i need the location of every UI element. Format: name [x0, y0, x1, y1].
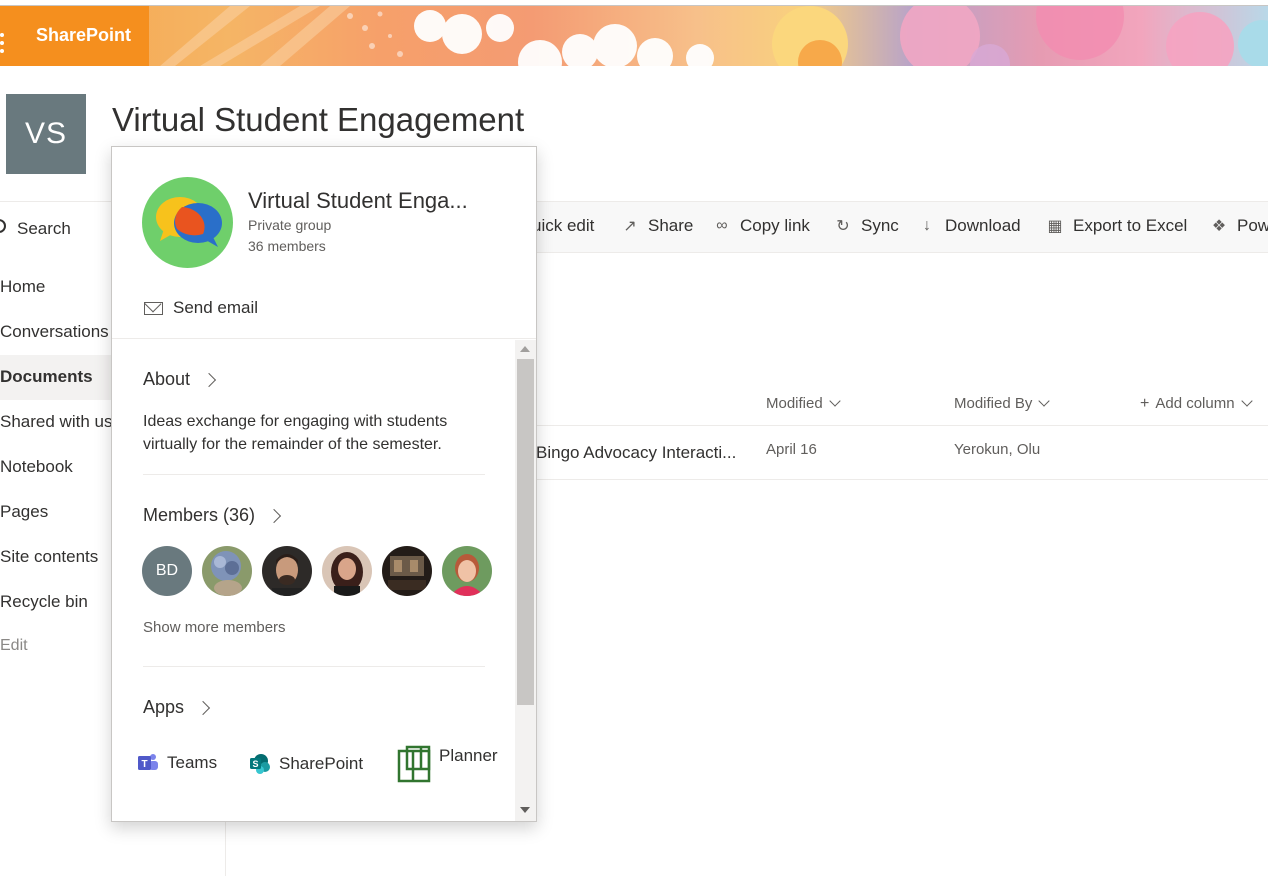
app-planner-label: Planner — [439, 746, 498, 765]
add-column-label: Add column — [1155, 395, 1235, 412]
share-icon: ↗ — [623, 218, 637, 235]
add-column-button[interactable]: + Add column — [1140, 395, 1253, 413]
group-card-header: Virtual Student Enga... Private group 36… — [112, 147, 536, 339]
sync-icon: ↻ — [836, 218, 850, 235]
group-description: Ideas exchange for engaging with student… — [143, 413, 448, 453]
chevron-right-icon — [266, 508, 282, 523]
group-member-count: 36 members — [248, 238, 326, 254]
app-teams[interactable]: T Teams — [137, 753, 217, 773]
nav-search-label: Search — [17, 219, 71, 238]
app-planner[interactable]: Planner — [397, 745, 498, 783]
group-privacy: Private group — [248, 217, 332, 233]
show-more-members-link[interactable]: Show more members — [143, 619, 286, 636]
members-title: Members (36) — [143, 505, 256, 525]
group-avatar — [142, 177, 233, 268]
chat-bubbles-icon — [156, 197, 222, 247]
power-automate-button[interactable]: ❖ Pow — [1209, 216, 1268, 236]
link-icon: ∞ — [716, 217, 728, 234]
section-divider — [143, 666, 485, 667]
about-section-header[interactable]: About — [143, 369, 217, 390]
app-sharepoint[interactable]: S SharePoint — [249, 753, 363, 775]
section-divider — [143, 474, 485, 475]
mail-icon — [144, 301, 163, 315]
app-launcher-icon[interactable] — [0, 33, 6, 53]
copy-link-button[interactable]: ∞ Copy link — [712, 216, 810, 236]
group-card-body: About Ideas exchange for engaging with s… — [112, 340, 536, 821]
site-banner — [0, 6, 1268, 66]
list-row-divider — [536, 479, 1268, 480]
share-button[interactable]: ↗ Share — [620, 216, 693, 236]
svg-text:T: T — [141, 759, 147, 770]
sync-label: Sync — [861, 216, 899, 235]
svg-text:S: S — [252, 759, 258, 769]
apps-title: Apps — [143, 697, 185, 717]
app-teams-label: Teams — [167, 753, 218, 772]
scroll-up-arrow-icon[interactable] — [520, 346, 530, 352]
file-name-link[interactable]: Bingo Advocacy Interacti... — [536, 443, 736, 463]
search-icon — [0, 219, 6, 233]
column-header-modified[interactable]: Modified — [766, 395, 841, 412]
planner-icon — [397, 745, 431, 783]
about-title: About — [143, 369, 191, 389]
app-sharepoint-label: SharePoint — [279, 754, 364, 773]
cell-modified: April 16 — [766, 441, 817, 458]
members-avatars: BD — [142, 546, 502, 596]
list-header-divider — [536, 425, 1268, 426]
share-label: Share — [648, 216, 694, 235]
quick-edit-label: uick edit — [532, 216, 595, 235]
export-to-excel-label: Export to Excel — [1073, 216, 1188, 235]
scrollbar-thumb[interactable] — [517, 359, 534, 705]
chevron-right-icon — [195, 700, 211, 715]
chevron-down-icon — [829, 395, 841, 407]
sync-button[interactable]: ↻ Sync — [833, 216, 899, 236]
avatar[interactable]: BD — [142, 546, 192, 596]
excel-icon: ▦ — [1047, 218, 1063, 235]
chevron-right-icon — [201, 372, 217, 387]
send-email-label: Send email — [173, 298, 259, 317]
power-automate-icon: ❖ — [1211, 218, 1227, 235]
download-label: Download — [945, 216, 1021, 235]
avatar[interactable] — [262, 546, 312, 596]
quick-edit-button[interactable]: uick edit — [532, 216, 594, 236]
suite-brand-bar: SharePoint — [0, 6, 149, 66]
plus-icon: + — [1140, 395, 1150, 412]
column-header-modified-by-label: Modified By — [954, 395, 1033, 412]
download-icon: ↓ — [923, 217, 931, 234]
site-logo[interactable]: VS — [6, 94, 86, 174]
site-title[interactable]: Virtual Student Engagement — [112, 101, 524, 139]
avatar[interactable] — [322, 546, 372, 596]
members-section-header[interactable]: Members (36) — [143, 505, 282, 526]
export-to-excel-button[interactable]: ▦ Export to Excel — [1045, 216, 1187, 236]
scroll-down-arrow-icon[interactable] — [520, 807, 530, 813]
avatar[interactable] — [202, 546, 252, 596]
column-header-modified-label: Modified — [766, 395, 823, 412]
power-automate-label: Pow — [1237, 216, 1268, 235]
suite-brand-label[interactable]: SharePoint — [36, 25, 131, 46]
chevron-down-icon — [1038, 395, 1051, 407]
teams-icon: T — [138, 754, 158, 770]
chevron-down-icon — [1240, 395, 1253, 407]
avatar[interactable] — [382, 546, 432, 596]
sharepoint-icon: S — [250, 754, 270, 774]
group-card-scrollbar[interactable] — [515, 340, 536, 821]
apps-section-header[interactable]: Apps — [143, 697, 211, 718]
cell-modified-by[interactable]: Yerokun, Olu — [954, 441, 1040, 458]
group-card: Virtual Student Enga... Private group 36… — [111, 146, 537, 822]
group-name[interactable]: Virtual Student Enga... — [248, 188, 468, 214]
column-header-modified-by[interactable]: Modified By — [954, 395, 1051, 412]
send-email-button[interactable]: Send email — [144, 298, 258, 318]
avatar[interactable] — [442, 546, 492, 596]
download-button[interactable]: ↓ Download — [917, 216, 1021, 236]
copy-link-label: Copy link — [740, 216, 810, 235]
